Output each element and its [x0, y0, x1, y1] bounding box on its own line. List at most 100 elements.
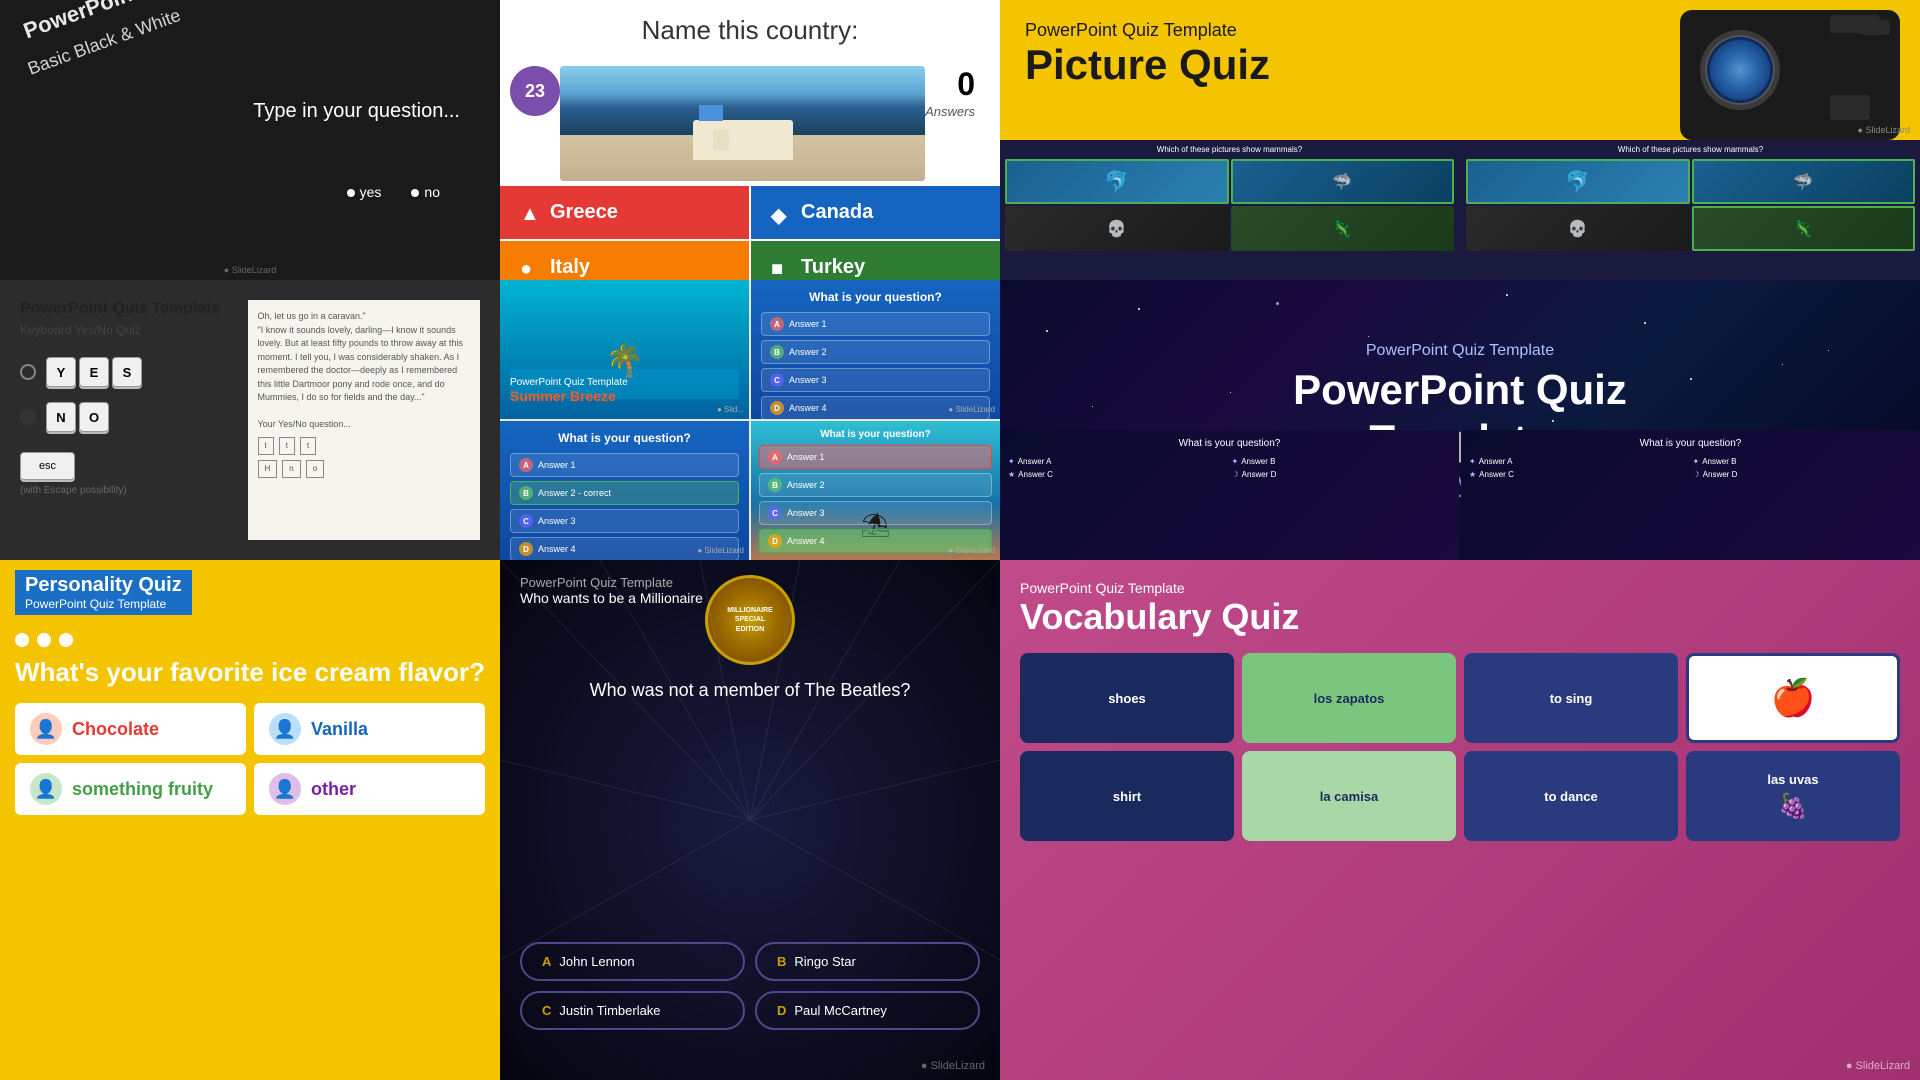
millionaire-question: Who was not a member of The Beatles? [500, 680, 1000, 701]
personality-question: What's your favorite ice cream flavor? [0, 652, 500, 693]
country-quiz-cell: Name this country: 23 0 Answers ▲ Greece [500, 0, 1000, 280]
star-icon-2: ✦ [1232, 457, 1239, 466]
star-icon-5: ✦ [1693, 457, 1700, 466]
mammal-img-4: 🦎 [1231, 206, 1455, 251]
keyboard-quiz-subtitle: Keyboard Yes/No Quiz [20, 323, 233, 337]
keyboard-quiz-container: PowerPoint Quiz Template Keyboard Yes/No… [0, 280, 500, 560]
vocab-card-las-uvas: las uvas 🍇 [1686, 751, 1900, 841]
gq-question-2: What is your question? [1469, 438, 1912, 449]
vocabulary-grid: shoes los zapatos to sing 🍎 shirt la cam… [1020, 653, 1900, 841]
answer-a-1: A Answer 1 [761, 312, 990, 336]
gq-b1: ✦ Answer B [1232, 457, 1452, 466]
q3-sl: ● SlideLizard [948, 546, 995, 555]
galaxy-bottom-panels: What is your question? ✦ Answer A ✦ Answ… [1000, 430, 1920, 560]
no-dot [411, 189, 419, 197]
mill-answer-d[interactable]: D Paul McCartney [755, 991, 980, 1030]
personality-sub: PowerPoint Quiz Template [25, 597, 182, 611]
square-icon: ■ [771, 258, 791, 278]
answer-chocolate[interactable]: 👤 Chocolate [15, 703, 246, 755]
quiz-q-title-3: What is your question? [759, 429, 992, 440]
millionaire-answers: A John Lennon B Ringo Star C Justin Timb… [520, 942, 980, 1030]
quiz-question-box-2: What is your question? A Answer 1 B Answ… [500, 421, 749, 560]
avatar-vanilla: 👤 [269, 713, 301, 745]
answer-turkey[interactable]: ■ Turkey [751, 241, 1000, 280]
gq-a2: ✦ Answer A [1469, 457, 1689, 466]
answer-greece[interactable]: ▲ Greece [500, 186, 749, 239]
answer-c-3: C Answer 3 [759, 501, 992, 525]
vocab-label-to-dance: to dance [1544, 789, 1597, 804]
escape-note: (with Escape possibility) [20, 485, 233, 496]
answer-vanilla[interactable]: 👤 Vanilla [254, 703, 485, 755]
answer-other[interactable]: 👤 other [254, 763, 485, 815]
bw-slidelizard: ● SlideLizard [224, 265, 276, 275]
vocab-label-shoes: shoes [1108, 691, 1146, 706]
label-fruity: something fruity [72, 779, 213, 800]
country-answers: ▲ Greece ◆ Canada ● Italy ■ Turkey [500, 186, 1000, 280]
question-box-1: What is your question? A Answer 1 B Answ… [751, 280, 1000, 419]
answer-a-3-wrong: A Answer 1 [759, 445, 992, 469]
letter-b-1: B [770, 345, 784, 359]
keyboard-quiz-cell: PowerPoint Quiz Template Keyboard Yes/No… [0, 280, 500, 560]
keyboard-left: PowerPoint Quiz Template Keyboard Yes/No… [20, 300, 233, 540]
mill-letter-a: A [542, 954, 551, 969]
letter-d-1: D [770, 401, 784, 415]
dot-1 [15, 633, 29, 647]
vocab-label-to-sing: to sing [1550, 691, 1593, 706]
mill-answer-c[interactable]: C Justin Timberlake [520, 991, 745, 1030]
mill-answer-b[interactable]: B Ringo Star [755, 942, 980, 981]
vocab-card-la-camisa: la camisa [1242, 751, 1456, 841]
letter-d-2: D [519, 542, 533, 556]
circle-icon: ● [520, 258, 540, 278]
vocab-sliderizard: ● SlideLizard [1846, 1060, 1910, 1072]
key-n: N [46, 402, 76, 432]
country-header: Name this country: [500, 0, 1000, 61]
yes-option: Y E S [20, 357, 233, 387]
no-radio[interactable] [20, 409, 36, 425]
answer-italy[interactable]: ● Italy [500, 241, 749, 280]
galaxy-quiz-cell: PowerPoint Quiz Template PowerPoint Quiz… [1000, 280, 1920, 560]
pq-panel-2: Which of these pictures show mammals? 🐬 … [1461, 140, 1920, 280]
vocab-small-title: PowerPoint Quiz Template [1020, 580, 1900, 596]
q3-overlay: What is your question? A Answer 1 B Answ… [751, 421, 1000, 560]
crescent-icon-1: ☽ [1232, 470, 1239, 479]
answers-label: Answers [925, 104, 975, 119]
gq-d2: ☽ Answer D [1693, 470, 1913, 479]
answer-fruity[interactable]: 👤 something fruity [15, 763, 246, 815]
summer-breeze-cell: 🌴 PowerPoint Quiz Template Summer Breeze… [500, 280, 749, 419]
letter-d-3: D [768, 534, 782, 548]
letter-b-2: B [519, 486, 533, 500]
summer-small-title: PowerPoint Quiz Template [510, 377, 628, 388]
quiz-q-title-2: What is your question? [510, 431, 739, 445]
q2-sl: ● SlideLizard [697, 546, 744, 555]
label-vanilla: Vanilla [311, 719, 368, 740]
bw-question: Type in your question... [253, 100, 460, 123]
vocabulary-header: PowerPoint Quiz Template Vocabulary Quiz [1020, 580, 1900, 638]
letter-a-2: A [519, 458, 533, 472]
keyboard-text-sample: Oh, let us go in a caravan." "I know it … [248, 300, 481, 540]
gq-answers-2: ✦ Answer A ✦ Answer B ★ Answer C ☽ Answe… [1469, 457, 1912, 479]
vocab-label-shirt: shirt [1113, 789, 1141, 804]
personality-quiz-cell: Personality Quiz PowerPoint Quiz Templat… [0, 560, 500, 1080]
picture-quiz-cell: PowerPoint Quiz Template Picture Quiz Wh… [1000, 0, 1920, 280]
mill-letter-b: B [777, 954, 786, 969]
millionaire-cell: PowerPoint Quiz Template Who wants to be… [500, 560, 1000, 1080]
star-icon-4: ✦ [1469, 457, 1476, 466]
quiz-question-box-1: What is your question? A Answer 1 B Answ… [751, 280, 1000, 419]
dot-2 [37, 633, 51, 647]
pq-slidelizard: ● SlideLizard [1858, 125, 1910, 135]
answer-canada[interactable]: ◆ Canada [751, 186, 1000, 239]
mill-letter-c: C [542, 1003, 551, 1018]
mill-answer-a[interactable]: A John Lennon [520, 942, 745, 981]
triangle-icon: ▲ [520, 203, 540, 223]
gq-d1: ☽ Answer D [1232, 470, 1452, 479]
vocab-card-shirt: shirt [1020, 751, 1234, 841]
answer-b-2-correct: B Answer 2 - correct [510, 481, 739, 505]
yes-keys: Y E S [46, 357, 142, 387]
picture-quiz-bottom: Which of these pictures show mammals? 🐬 … [1000, 140, 1920, 280]
vocab-card-shoes: shoes [1020, 653, 1234, 743]
vocab-label-camisa: la camisa [1320, 789, 1379, 804]
answer-b-3: B Answer 2 [759, 473, 992, 497]
yes-radio[interactable] [20, 364, 36, 380]
galaxy-small-title: PowerPoint Quiz Template [1230, 342, 1690, 360]
answer-b-1: B Answer 2 [761, 340, 990, 364]
